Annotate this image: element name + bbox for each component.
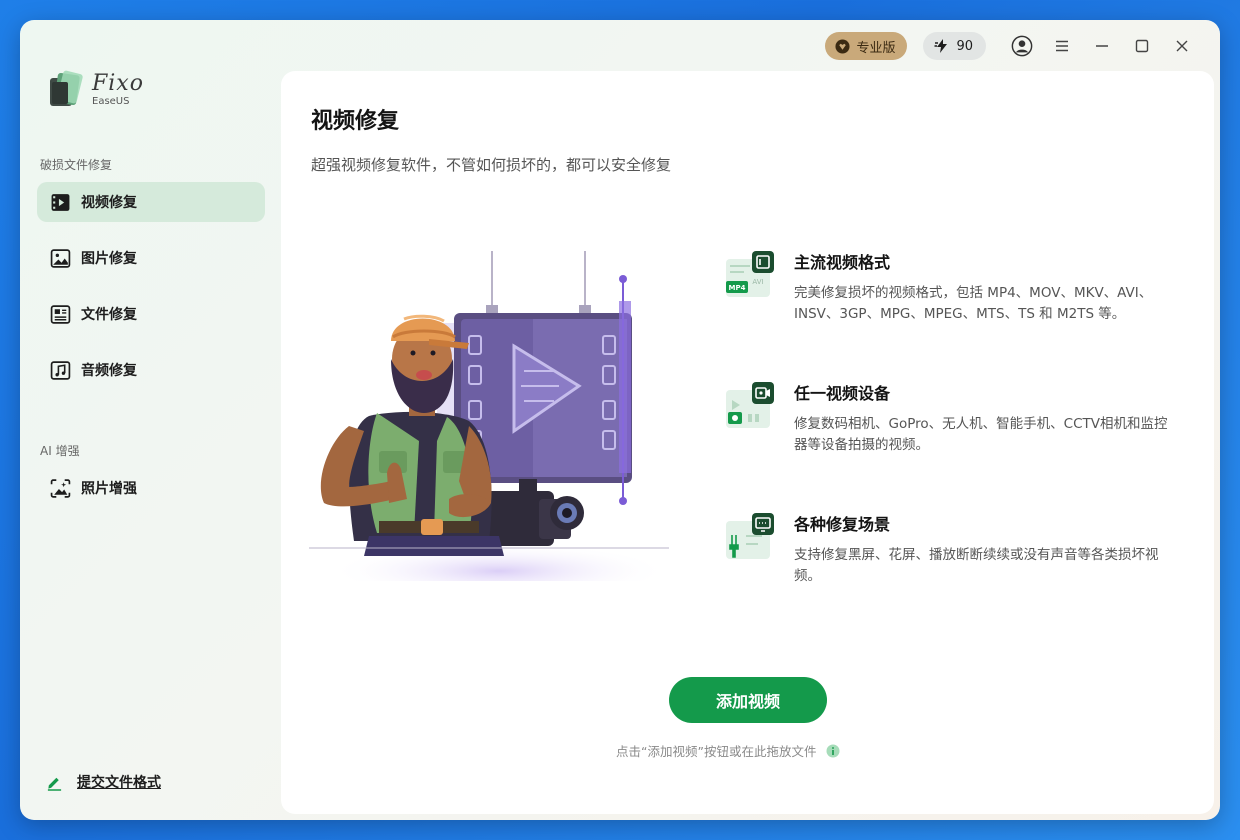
- title-bar: 专业版 90: [825, 32, 1202, 60]
- pencil-icon: [47, 777, 62, 791]
- hamburger-menu-icon: [1056, 40, 1068, 52]
- credits-count: 90: [956, 38, 973, 54]
- photo-enhance-icon: [50, 478, 71, 498]
- sidebar-item-label: 图片修复: [81, 251, 137, 267]
- add-video-button[interactable]: 添加视频: [669, 677, 827, 723]
- main-panel: 视频修复 超强视频修复软件，不管如何损坏的，都可以安全修复 MP4 AVI 主流…: [281, 71, 1214, 814]
- document-icon: [50, 304, 71, 324]
- menu-button[interactable]: [1042, 32, 1082, 60]
- video-device-icon: [726, 382, 774, 428]
- account-button[interactable]: [1002, 32, 1042, 60]
- maximize-icon: [1135, 39, 1149, 53]
- pro-edition-label: 专业版: [856, 40, 896, 56]
- music-icon: [50, 360, 71, 380]
- heart-diamond-icon: [835, 38, 850, 54]
- sidebar-item-label: 音频修复: [81, 363, 137, 379]
- app-logo: Fixo EaseUS: [48, 70, 144, 110]
- feature-description: 支持修复黑屏、花屏、播放断断续续或没有声音等各类损坏视频。: [794, 547, 1159, 584]
- info-icon[interactable]: [826, 744, 840, 758]
- close-icon: [1176, 40, 1188, 52]
- feature-title: 任一视频设备: [794, 384, 891, 403]
- feature-video-formats: MP4 AVI 主流视频格式 完美修复损坏的视频格式，包括 MP4、MOV、MK…: [724, 249, 1184, 349]
- sidebar-item-file-repair[interactable]: 文件修复: [37, 294, 265, 334]
- submit-file-format-link[interactable]: 提交文件格式: [46, 772, 161, 792]
- minimize-icon: [1096, 45, 1108, 47]
- film-icon: [51, 193, 70, 211]
- sidebar-item-label: 视频修复: [81, 195, 137, 211]
- sidebar-item-video-repair[interactable]: 视频修复: [37, 182, 265, 222]
- section-label-ai: AI 增强: [40, 444, 80, 458]
- image-icon: [50, 248, 71, 268]
- page-subtitle: 超强视频修复软件，不管如何损坏的，都可以安全修复: [311, 156, 672, 174]
- feature-description: 修复数码相机、GoPro、无人机、智能手机、CCTV相机和监控器等设备拍摄的视频…: [794, 416, 1168, 453]
- app-name: Fixo: [92, 71, 144, 96]
- drop-hint-text: 点击“添加视频”按钮或在此拖放文件: [616, 744, 817, 759]
- drop-hint: 点击“添加视频”按钮或在此拖放文件: [616, 741, 840, 760]
- pro-edition-badge[interactable]: 专业版: [825, 32, 908, 60]
- feature-description: 完美修复损坏的视频格式，包括 MP4、MOV、MKV、AVI、INSV、3GP、…: [794, 285, 1153, 322]
- lightning-icon: [934, 39, 948, 53]
- sidebar-item-label: 文件修复: [81, 307, 137, 323]
- credits-badge[interactable]: 90: [923, 32, 986, 60]
- video-format-icon: MP4 AVI: [726, 251, 774, 297]
- maximize-button[interactable]: [1122, 32, 1162, 60]
- minimize-button[interactable]: [1082, 32, 1122, 60]
- app-brand: EaseUS: [92, 96, 130, 107]
- submit-file-format-label: 提交文件格式: [77, 775, 161, 791]
- feature-video-devices: 任一视频设备 修复数码相机、GoPro、无人机、智能手机、CCTV相机和监控器等…: [724, 380, 1184, 470]
- close-button[interactable]: [1162, 32, 1202, 60]
- sidebar-item-image-repair[interactable]: 图片修复: [37, 238, 265, 278]
- feature-title: 各种修复场景: [794, 515, 891, 534]
- sidebar-item-label: 照片增强: [81, 481, 137, 497]
- avi-badge-text: AVI: [752, 278, 763, 286]
- sidebar-item-photo-enhance[interactable]: 照片增强: [37, 468, 265, 508]
- section-label-repair: 破损文件修复: [40, 158, 113, 172]
- feature-repair-scenarios: 各种修复场景 支持修复黑屏、花屏、播放断断续续或没有声音等各类损坏视频。: [724, 511, 1184, 601]
- video-repair-illustration: [309, 251, 669, 581]
- page-title: 视频修复: [311, 109, 400, 134]
- mp4-badge-text: MP4: [729, 284, 746, 292]
- repair-scenario-icon: [726, 513, 774, 559]
- user-avatar-icon: [1011, 35, 1033, 57]
- fixo-logo-icon: [50, 70, 83, 106]
- sidebar-item-audio-repair[interactable]: 音频修复: [37, 350, 265, 390]
- feature-title: 主流视频格式: [794, 253, 891, 272]
- app-window: 专业版 90 Fixo EaseUS 破损文件修复 视频修复 图片修复 文件修复…: [20, 20, 1220, 820]
